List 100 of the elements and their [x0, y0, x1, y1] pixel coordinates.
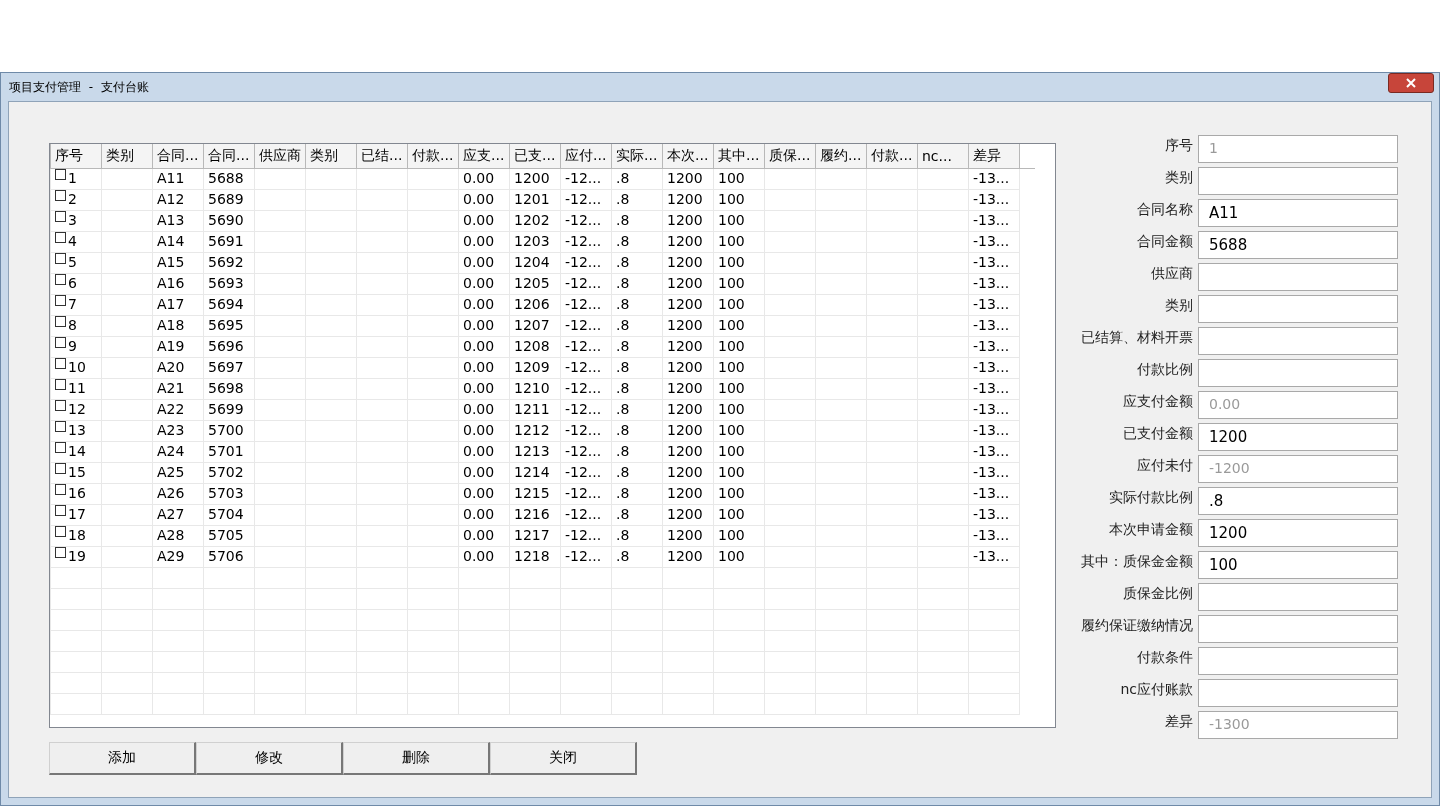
row-checkbox[interactable]	[55, 253, 66, 264]
table-cell: 0.00	[463, 506, 495, 522]
table-cell: -13...	[973, 485, 1010, 501]
row-checkbox[interactable]	[55, 190, 66, 201]
row-checkbox[interactable]	[55, 379, 66, 390]
table-cell: -13...	[973, 401, 1010, 417]
table-cell: 0.00	[463, 359, 495, 375]
input-field[interactable]	[1198, 583, 1398, 611]
table-cell: 1208	[514, 338, 550, 354]
input-field[interactable]: .8	[1198, 487, 1398, 515]
column-header[interactable]: 质保...	[764, 144, 816, 168]
table-cell: 1200	[667, 212, 703, 228]
field-label: 序号	[1164, 136, 1193, 155]
column-header[interactable]: 类别	[101, 144, 153, 168]
table-cell: 8	[68, 317, 77, 333]
table-cell: 1202	[514, 212, 550, 228]
table-cell: 19	[68, 548, 86, 564]
input-field[interactable]: 1200	[1198, 423, 1398, 451]
row-checkbox[interactable]	[55, 337, 66, 348]
column-header[interactable]: 本次...	[662, 144, 714, 168]
table-cell: -12...	[565, 380, 602, 396]
column-header[interactable]: 应付...	[560, 144, 612, 168]
column-header[interactable]: 供应商	[254, 144, 306, 168]
column-header[interactable]: nc...	[917, 144, 969, 168]
table-cell: 1200	[667, 191, 703, 207]
field-label: 本次申请金额	[1108, 520, 1193, 539]
row-checkbox[interactable]	[55, 505, 66, 516]
column-header[interactable]: 合同...	[152, 144, 204, 168]
table-cell: 5689	[208, 191, 244, 207]
table-cell: A27	[157, 506, 185, 522]
input-field[interactable]	[1198, 359, 1398, 387]
table-cell: -13...	[973, 506, 1010, 522]
table-cell: .8	[616, 296, 630, 312]
column-header[interactable]: 付款...	[866, 144, 918, 168]
table-cell: 1216	[514, 506, 550, 522]
table-cell: .8	[616, 317, 630, 333]
table-cell: 0.00	[463, 548, 495, 564]
row-checkbox[interactable]	[55, 484, 66, 495]
row-checkbox[interactable]	[55, 463, 66, 474]
table-cell: 1200	[667, 527, 703, 543]
table-cell: 100	[718, 170, 745, 186]
table-cell: -12...	[565, 527, 602, 543]
row-checkbox[interactable]	[55, 295, 66, 306]
column-header[interactable]: 已结...	[356, 144, 408, 168]
row-checkbox[interactable]	[55, 358, 66, 369]
table-cell: .8	[616, 485, 630, 501]
input-field[interactable]	[1198, 295, 1398, 323]
action-button[interactable]: 添加	[49, 742, 196, 775]
table-cell: 0.00	[463, 485, 495, 501]
table-cell: A28	[157, 527, 185, 543]
action-button[interactable]: 删除	[343, 742, 490, 775]
input-field[interactable]	[1198, 679, 1398, 707]
input-field[interactable]: 1200	[1198, 519, 1398, 547]
column-header[interactable]: 序号	[50, 144, 102, 168]
input-field[interactable]	[1198, 263, 1398, 291]
input-field[interactable]: A11	[1198, 199, 1398, 227]
column-header[interactable]: 类别	[305, 144, 357, 168]
table-cell: -12...	[565, 254, 602, 270]
field-label: 供应商	[1150, 264, 1193, 283]
input-field[interactable]: 100	[1198, 551, 1398, 579]
input-field[interactable]	[1198, 615, 1398, 643]
input-field[interactable]	[1198, 647, 1398, 675]
column-header[interactable]: 付款...	[407, 144, 459, 168]
table-cell: 1213	[514, 443, 550, 459]
table-cell: 100	[718, 485, 745, 501]
column-header[interactable]: 其中...	[713, 144, 765, 168]
row-checkbox[interactable]	[55, 274, 66, 285]
table-cell: 100	[718, 548, 745, 564]
row-checkbox[interactable]	[55, 169, 66, 180]
column-header[interactable]: 合同...	[203, 144, 255, 168]
table-cell: .8	[616, 359, 630, 375]
input-field[interactable]: 5688	[1198, 231, 1398, 259]
column-header[interactable]: 应支...	[458, 144, 510, 168]
table-cell: 5690	[208, 212, 244, 228]
action-button[interactable]: 关闭	[490, 742, 637, 775]
column-header[interactable]: 实际...	[611, 144, 663, 168]
table-cell: .8	[616, 233, 630, 249]
row-checkbox[interactable]	[55, 421, 66, 432]
row-checkbox[interactable]	[55, 232, 66, 243]
table-cell: 0.00	[463, 254, 495, 270]
row-checkbox[interactable]	[55, 547, 66, 558]
table-cell: -12...	[565, 212, 602, 228]
table-cell: 1	[68, 170, 77, 186]
column-header[interactable]: 差异	[968, 144, 1020, 168]
column-header[interactable]: 已支...	[509, 144, 561, 168]
row-checkbox[interactable]	[55, 316, 66, 327]
row-checkbox[interactable]	[55, 211, 66, 222]
row-checkbox[interactable]	[55, 442, 66, 453]
close-button[interactable]	[1388, 73, 1434, 93]
row-checkbox[interactable]	[55, 400, 66, 411]
column-header[interactable]: 履约...	[815, 144, 867, 168]
row-checkbox[interactable]	[55, 526, 66, 537]
table-cell: -13...	[973, 338, 1010, 354]
table-cell: A24	[157, 443, 185, 459]
input-field[interactable]	[1198, 167, 1398, 195]
table-cell: -13...	[973, 254, 1010, 270]
input-field[interactable]	[1198, 327, 1398, 355]
action-button[interactable]: 修改	[196, 742, 343, 775]
table-cell: A29	[157, 548, 185, 564]
table-cell: 100	[718, 317, 745, 333]
